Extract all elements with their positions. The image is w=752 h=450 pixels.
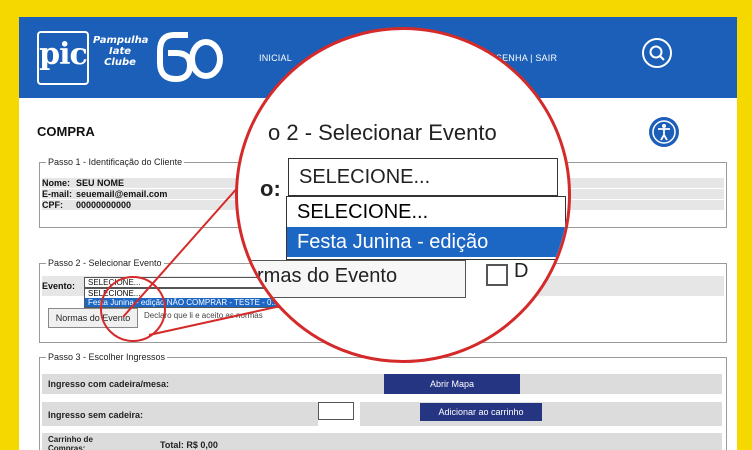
browser-frame: pic Pampulha Iate Clube 60 INICIAL TROCA… [19, 17, 737, 450]
zoom-event-select: SELECIONE... [288, 158, 558, 196]
zoom-label-fragment: o: [260, 176, 281, 201]
zoom-dropdown-list: SELECIONE... Festa Junina - edição [286, 196, 566, 260]
zoom-agree-fragment: D [514, 260, 529, 282]
magnifier-zoom: o 2 - Selecionar Evento o: SELECIONE... … [235, 27, 571, 363]
zoom-option-festa-junina: Festa Junina - edição [287, 227, 565, 257]
zoom-option-selecione: SELECIONE... [297, 201, 429, 223]
zoom-agree-checkbox [486, 264, 508, 286]
zoom-step2-title: o 2 - Selecionar Evento [268, 120, 497, 145]
zoom-normas-button: rmas do Evento [238, 260, 466, 298]
